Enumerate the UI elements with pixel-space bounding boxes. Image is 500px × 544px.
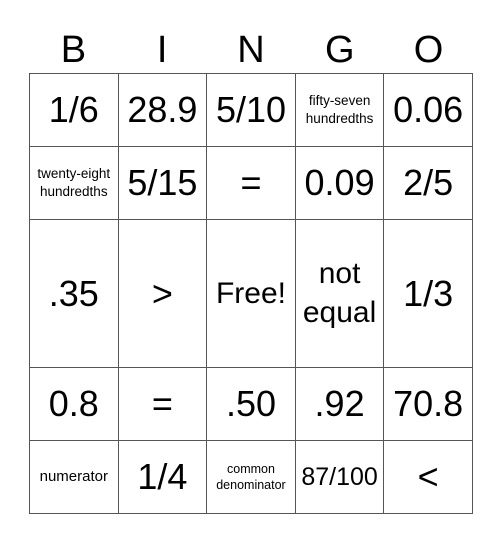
bingo-header: B I N G O — [29, 28, 473, 72]
header-letter-b: B — [60, 29, 87, 71]
bingo-cell[interactable]: Free! — [206, 218, 296, 369]
bingo-cell[interactable]: 5/10 — [206, 73, 296, 147]
header-letter-o: O — [413, 29, 444, 71]
header-letter-n: N — [237, 29, 265, 71]
bingo-row: .35 > Free! not equal 1/3 — [29, 218, 473, 369]
bingo-cell[interactable]: 0.06 — [383, 73, 473, 147]
header-letter-i: I — [156, 29, 168, 71]
bingo-cell[interactable]: numerator — [29, 440, 119, 514]
bingo-cell[interactable]: > — [117, 218, 208, 369]
bingo-cell[interactable]: twenty-eight hundredths — [29, 145, 119, 220]
bingo-cell[interactable]: 70.8 — [383, 367, 473, 442]
header-letter-g: G — [325, 29, 355, 71]
bingo-cell[interactable]: 1/4 — [117, 440, 208, 514]
bingo-cell[interactable]: common denominator — [206, 440, 296, 514]
bingo-row: twenty-eight hundredths 5/15 = 0.09 2/5 — [29, 145, 473, 220]
bingo-row: 0.8 = .50.92 70.8 — [29, 367, 473, 442]
bingo-cell[interactable]: .92 — [294, 367, 385, 442]
bingo-cell[interactable]: 28.9 — [117, 73, 208, 147]
bingo-row: 1/6 28.9 5/10 fifty-seven hundredths 0.06 — [29, 73, 473, 147]
bingo-cell[interactable]: .50 — [206, 367, 296, 442]
bingo-cell[interactable]: fifty-seven hundredths — [294, 73, 385, 147]
bingo-cell[interactable]: 0.8 — [29, 367, 119, 442]
bingo-cell[interactable]: 1/6 — [29, 73, 119, 147]
bingo-cell[interactable]: 87/100 — [294, 440, 385, 514]
bingo-cell[interactable]: = — [117, 367, 208, 442]
bingo-grid: 1/6 28.9 5/10 fifty-seven hundredths 0.06 twe… — [29, 73, 473, 514]
bingo-cell[interactable]: not equal — [294, 218, 385, 369]
bingo-cell[interactable]: 0.09 — [294, 145, 385, 220]
bingo-cell[interactable]: = — [206, 145, 296, 220]
bingo-cell[interactable]: < — [383, 440, 473, 514]
bingo-cell[interactable]: 1/3 — [383, 218, 473, 369]
bingo-row: numerator 1/4 common denominator 87/100 < — [29, 440, 473, 514]
bingo-cell[interactable]: 2/5 — [383, 145, 473, 220]
bingo-cell[interactable]: .35 — [29, 218, 119, 369]
bingo-cell[interactable]: 5/15 — [117, 145, 208, 220]
